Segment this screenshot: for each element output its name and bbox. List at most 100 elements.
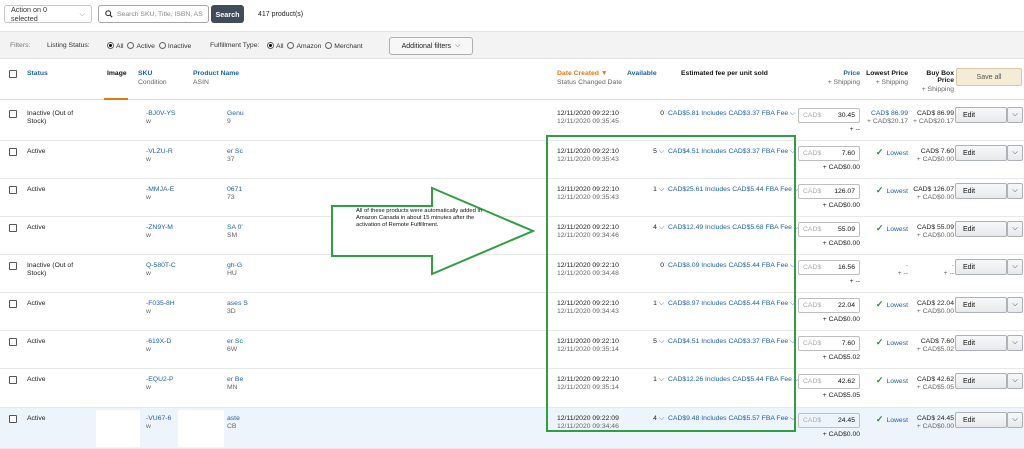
edit-menu-button[interactable]: ⌵ (1007, 373, 1023, 389)
row-available[interactable]: 4 ⌵ (640, 415, 664, 423)
row-status-changed: 12/11/2020 09:34:46 (557, 423, 619, 430)
currency-label: CAD$ (803, 188, 822, 195)
row-available[interactable]: 1 ⌵ (640, 186, 664, 194)
row-fee[interactable]: CAD$5.81 Includes CAD$3.37 FBA Fee ⌵ (668, 110, 795, 118)
chevron-down-icon: ⌵ (790, 415, 796, 422)
row-sku[interactable]: Q-580T-C (146, 262, 176, 270)
row-fee[interactable]: CAD$12.49 Includes CAD$5.68 FBA Fee ⌵ (668, 224, 799, 232)
row-checkbox[interactable] (9, 262, 17, 270)
save-all-button[interactable]: Save all (956, 68, 1022, 86)
row-condition: w (146, 346, 151, 353)
row-date-created: 12/11/2020 09:22:10 (557, 262, 619, 269)
row-product-name[interactable]: er Sc (227, 148, 243, 156)
col-sku-sub: Condition (138, 79, 167, 86)
radio-listing-active[interactable] (127, 42, 135, 49)
row-sku[interactable]: -VU67-6 (146, 415, 171, 423)
row-price-input[interactable]: CAD$ 42.62 (798, 374, 860, 389)
row-product-name[interactable]: Genu (227, 110, 244, 118)
bulk-action-dropdown[interactable]: Action on 0 selected ⌵ (4, 5, 92, 23)
radio-listing-inactive[interactable] (158, 42, 166, 49)
row-product-name[interactable]: aste (227, 415, 240, 423)
edit-button[interactable]: Edit (955, 335, 1007, 351)
row-fee[interactable]: CAD$4.51 Includes CAD$3.37 FBA Fee ⌵ (668, 148, 795, 156)
row-checkbox[interactable] (9, 300, 17, 308)
row-available[interactable]: 4 ⌵ (640, 224, 664, 232)
row-sku[interactable]: -EQU2-P (146, 376, 174, 384)
row-price-input[interactable]: CAD$ 22.04 (798, 298, 860, 313)
row-product-name[interactable]: er Be (227, 376, 243, 384)
row-sku[interactable]: -ZN9Y-M (146, 224, 173, 232)
radio-listing-all[interactable] (107, 42, 114, 49)
edit-menu-button[interactable]: ⌵ (1007, 107, 1023, 123)
row-checkbox[interactable] (9, 186, 17, 194)
edit-button[interactable]: Edit (955, 221, 1007, 237)
row-checkbox[interactable] (9, 110, 17, 118)
row-sku[interactable]: -VLZU-R (146, 148, 173, 156)
row-checkbox[interactable] (9, 224, 17, 232)
row-checkbox[interactable] (9, 338, 17, 346)
col-product-name[interactable]: Product Name ASIN (193, 70, 239, 86)
edit-button[interactable]: Edit (955, 183, 1007, 199)
col-sku[interactable]: SKU Condition (138, 70, 167, 86)
edit-button[interactable]: Edit (955, 412, 1007, 428)
row-available[interactable]: 1 ⌵ (640, 376, 664, 384)
edit-menu-button[interactable]: ⌵ (1007, 335, 1023, 351)
row-available[interactable]: 5 ⌵ (640, 148, 664, 156)
row-checkbox[interactable] (9, 148, 17, 156)
row-price-input[interactable]: CAD$ 7.60 (798, 146, 860, 161)
edit-button[interactable]: Edit (955, 373, 1007, 389)
col-date-created[interactable]: Date Created ▼ Status Changed Date (557, 70, 622, 86)
edit-button[interactable]: Edit (955, 297, 1007, 313)
table-header: Status Image SKU Condition Product Name AS… (0, 60, 1024, 100)
edit-menu-button[interactable]: ⌵ (1007, 412, 1023, 428)
row-fee[interactable]: CAD$12.26 Includes CAD$5.44 FBA Fee ⌵ (668, 376, 799, 384)
edit-menu-button[interactable]: ⌵ (1007, 145, 1023, 161)
row-product-name[interactable]: gh-G (227, 262, 242, 270)
row-fee[interactable]: CAD$4.51 Includes CAD$3.37 FBA Fee ⌵ (668, 338, 795, 346)
radio-fulfillment-merchant[interactable] (325, 42, 333, 49)
col-lowest-label: Lowest Price (866, 70, 908, 77)
search-button[interactable]: Search (211, 5, 244, 23)
row-price-input[interactable]: CAD$ 126.07 (798, 184, 860, 199)
col-status[interactable]: Status (27, 70, 48, 77)
row-product-name[interactable]: 0671 (227, 186, 242, 194)
row-sku[interactable]: -619X-D (146, 338, 171, 346)
row-product-name[interactable]: SA 0' (227, 224, 243, 232)
row-fee[interactable]: CAD$8.97 Includes CAD$5.44 FBA Fee ⌵ (668, 300, 795, 308)
edit-menu-button[interactable]: ⌵ (1007, 297, 1023, 313)
row-price-input[interactable]: CAD$ 55.09 (798, 222, 860, 237)
row-price-input[interactable]: CAD$ 16.56 (798, 260, 860, 275)
radio-fulfillment-all[interactable] (267, 42, 274, 49)
edit-button[interactable]: Edit (955, 259, 1007, 275)
redacted-image (96, 181, 140, 215)
listing-status-label: Listing Status: (47, 42, 90, 49)
col-price[interactable]: Price + Shipping (812, 70, 860, 86)
row-sku[interactable]: -BJ0V-YS (146, 110, 175, 118)
edit-menu-button[interactable]: ⌵ (1007, 183, 1023, 199)
row-price-input[interactable]: CAD$ 30.45 (798, 108, 860, 123)
col-available[interactable]: Available (627, 70, 657, 77)
edit-button[interactable]: Edit (955, 145, 1007, 161)
search-input[interactable]: Search SKU, Title, ISBN, AS (98, 5, 209, 23)
radio-label: Inactive (167, 43, 192, 50)
row-available[interactable]: 5 ⌵ (640, 338, 664, 346)
row-price-value: 126.07 (834, 188, 855, 195)
row-available[interactable]: 1 ⌵ (640, 300, 664, 308)
row-product-name[interactable]: ases S (227, 300, 248, 308)
row-product-name[interactable]: er Sc (227, 338, 243, 346)
row-checkbox[interactable] (9, 376, 17, 384)
additional-filters-button[interactable]: Additional filters ⌵ (389, 37, 473, 55)
row-price-input[interactable]: CAD$ 7.60 (798, 336, 860, 351)
row-checkbox[interactable] (9, 415, 17, 423)
edit-menu-button[interactable]: ⌵ (1007, 221, 1023, 237)
row-fee[interactable]: CAD$25.61 Includes CAD$5.44 FBA Fee ⌵ (668, 186, 799, 194)
select-all-checkbox[interactable] (9, 70, 17, 78)
row-sku[interactable]: -MMJA-E (146, 186, 174, 194)
edit-button[interactable]: Edit (955, 107, 1007, 123)
row-sku[interactable]: -F035-8H (146, 300, 175, 308)
row-price-input[interactable]: CAD$ 24.45 (798, 413, 860, 428)
row-fee[interactable]: CAD$9.48 Includes CAD$5.57 FBA Fee ⌵ (668, 415, 796, 423)
radio-fulfillment-amazon[interactable] (287, 42, 295, 49)
row-fee[interactable]: CAD$8.09 Includes CAD$5.44 FBA Fee ⌵ (668, 262, 795, 270)
edit-menu-button[interactable]: ⌵ (1007, 259, 1023, 275)
